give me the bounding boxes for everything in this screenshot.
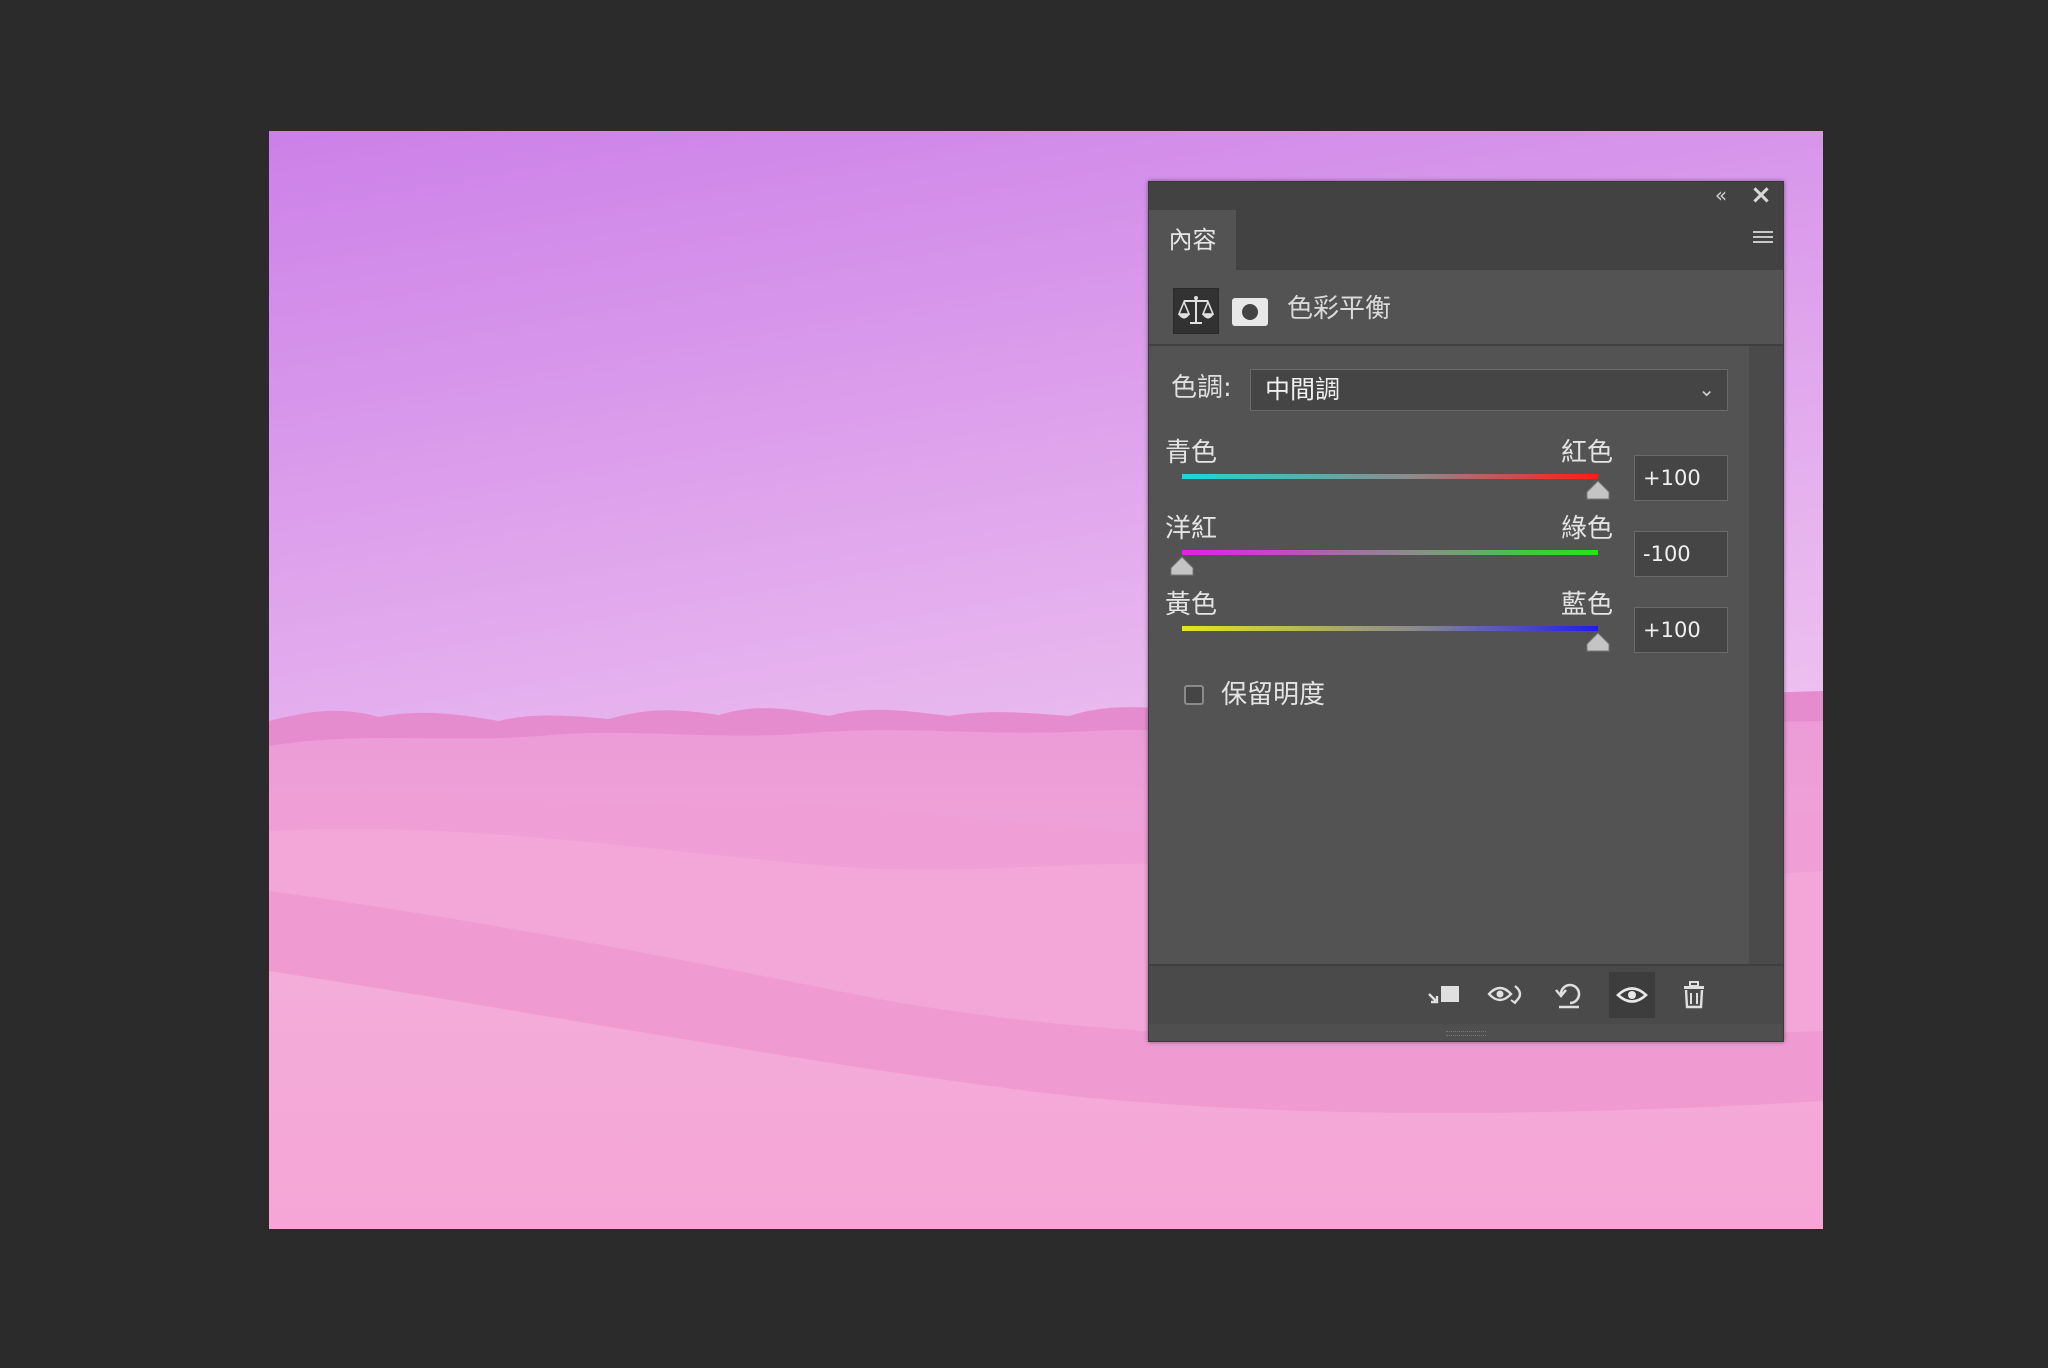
magenta-green-slider-thumb[interactable] [1170,556,1194,576]
close-icon[interactable]: × [1749,182,1773,208]
yellow-blue-value-input[interactable]: +100 [1634,607,1728,653]
panel-tab-row: 內容 [1149,210,1783,270]
preserve-luminosity-checkbox[interactable] [1184,685,1204,705]
slider-right-label: 綠色 [1560,514,1613,544]
trash-icon[interactable] [1671,972,1717,1018]
slider-right-label: 紅色 [1560,438,1613,468]
adjustment-header: 色彩平衡 [1149,270,1783,346]
panel-titlebar[interactable]: « × [1149,182,1783,210]
preserve-luminosity-label: 保留明度 [1221,680,1326,710]
layer-mask-icon[interactable] [1232,298,1268,326]
cyan-red-slider-thumb[interactable] [1586,480,1610,500]
cyan-red-value-input[interactable]: +100 [1634,455,1728,501]
tone-dropdown-value: 中間調 [1265,375,1341,404]
view-previous-state-icon[interactable] [1485,972,1531,1018]
reset-icon[interactable] [1547,972,1593,1018]
panel-footer [1149,964,1783,1024]
slider-left-label: 黃色 [1165,590,1218,620]
toggle-visibility-icon[interactable] [1609,972,1655,1018]
slider-left-label: 洋紅 [1165,514,1218,544]
slider-right-label: 藍色 [1560,590,1613,620]
tone-dropdown[interactable]: 中間調 ⌄ [1250,369,1728,411]
tab-properties[interactable]: 內容 [1149,210,1236,270]
color-balance-icon[interactable] [1173,288,1219,334]
yellow-blue-slider-row: 黃色 藍色 +100 [1149,588,1783,664]
magenta-green-slider-row: 洋紅 綠色 -100 [1149,512,1783,588]
magenta-green-value-input[interactable]: -100 [1634,531,1728,577]
chevron-down-icon: ⌄ [1698,377,1715,401]
properties-panel: « × 內容 色彩平衡 色調: 中間調 ⌄ 青色 紅色 +100 洋紅 綠色 -… [1148,181,1784,1042]
tone-label: 色調: [1171,373,1232,403]
clip-to-layer-icon[interactable] [1421,972,1467,1018]
cyan-red-slider-row: 青色 紅色 +100 [1149,436,1783,512]
yellow-blue-slider-thumb[interactable] [1586,632,1610,652]
panel-resize-grip[interactable] [1149,1024,1783,1041]
panel-menu-icon[interactable] [1753,231,1773,247]
collapse-panel-icon[interactable]: « [1709,183,1733,207]
slider-left-label: 青色 [1165,438,1218,468]
magenta-green-slider-track[interactable] [1182,550,1598,555]
cyan-red-slider-track[interactable] [1182,474,1598,479]
adjustment-title: 色彩平衡 [1287,294,1392,324]
yellow-blue-slider-track[interactable] [1182,626,1598,631]
